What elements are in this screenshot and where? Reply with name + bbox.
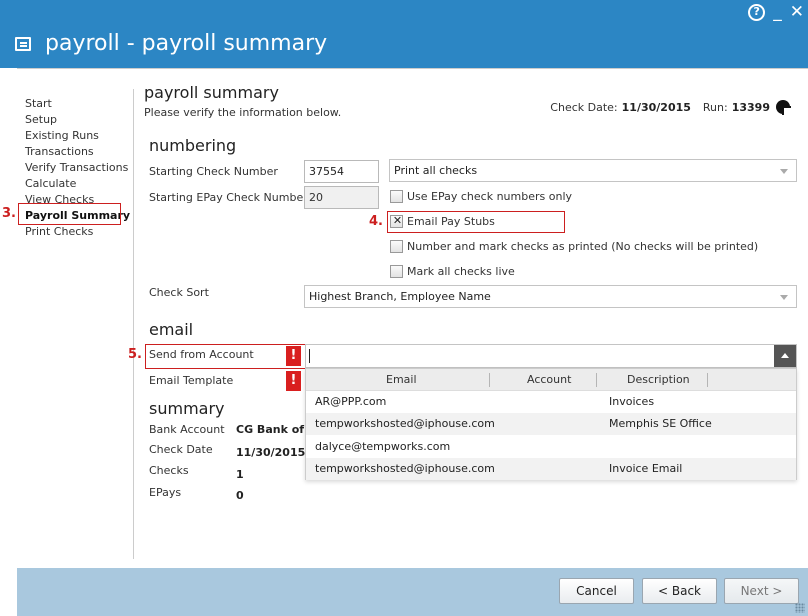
column-separator	[489, 373, 490, 387]
step-3-marker: 3.	[2, 206, 16, 221]
number-and-mark-checkbox[interactable]	[390, 240, 403, 253]
row-description: Invoice Email	[609, 462, 683, 475]
page-title: payroll summary	[144, 83, 279, 102]
use-epay-only-label: Use EPay check numbers only	[407, 190, 573, 203]
nav-item-calculate[interactable]: Calculate	[25, 176, 135, 192]
email-template-label: Email Template	[149, 374, 234, 387]
checks-value: 1	[236, 468, 244, 481]
step-4-marker: 4.	[369, 214, 383, 229]
column-separator	[707, 373, 708, 387]
window-controls: ? _ ✕	[748, 2, 804, 22]
epays-value: 0	[236, 489, 244, 502]
summary-heading: summary	[149, 399, 225, 418]
use-epay-only-checkbox[interactable]	[390, 190, 403, 203]
chevron-down-icon	[780, 295, 788, 300]
row-email: dalyce@tempworks.com	[315, 440, 451, 453]
email-pay-stubs-option[interactable]: Email Pay Stubs	[390, 214, 495, 228]
numbering-heading: numbering	[149, 136, 237, 155]
row-description: Invoices	[609, 395, 655, 408]
back-button[interactable]: < Back	[642, 578, 717, 604]
minimize-button[interactable]: _	[773, 2, 782, 22]
nav-item-print-checks[interactable]: Print Checks	[25, 224, 135, 240]
print-option-value: Print all checks	[394, 164, 478, 177]
number-and-mark-label: Number and mark checks as printed (No ch…	[407, 240, 759, 253]
cancel-button[interactable]: Cancel	[559, 578, 634, 604]
row-email: tempworkshosted@iphouse.com	[315, 462, 495, 475]
send-from-dropdown: Email Account Description AR@PPP.com Inv…	[305, 368, 797, 480]
nav-item-existing-runs[interactable]: Existing Runs	[25, 128, 135, 144]
send-from-account-input[interactable]	[305, 344, 797, 368]
nav-item-setup[interactable]: Setup	[25, 112, 135, 128]
title-bar: ? _ ✕ payroll - payroll summary	[0, 0, 808, 68]
window-icon	[15, 37, 31, 51]
column-separator	[596, 373, 597, 387]
dropdown-header: Email Account Description	[306, 369, 796, 391]
summary-check-date-value: 11/30/2015	[236, 446, 306, 459]
print-option-select[interactable]: Print all checks	[389, 159, 797, 182]
run-label: Run:	[702, 100, 728, 114]
checks-label: Checks	[149, 464, 189, 477]
wizard-footer: Cancel < Back Next >	[17, 568, 808, 616]
dropdown-row[interactable]: AR@PPP.com Invoices	[306, 391, 796, 413]
mark-live-checkbox[interactable]	[390, 265, 403, 278]
dropdown-row[interactable]: tempworkshosted@iphouse.com Invoice Emai…	[306, 458, 796, 480]
left-strip	[0, 68, 17, 616]
main-content: Start Setup Existing Runs Transactions V…	[17, 68, 808, 568]
starting-epay-input[interactable]: 20	[304, 186, 379, 209]
starting-check-label: Starting Check Number	[149, 165, 278, 178]
row-email: tempworkshosted@iphouse.com	[315, 417, 495, 430]
email-template-error-icon: !	[286, 371, 301, 391]
nav-divider	[133, 89, 134, 559]
column-header-account[interactable]: Account	[527, 373, 571, 386]
dropdown-row[interactable]: dalyce@tempworks.com	[306, 436, 796, 458]
mark-live-option[interactable]: Mark all checks live	[390, 265, 515, 278]
text-cursor	[309, 349, 310, 363]
chevron-down-icon	[780, 169, 788, 174]
window-title: payroll - payroll summary	[45, 31, 328, 56]
nav-item-transactions[interactable]: Transactions	[25, 144, 135, 160]
bank-account-label: Bank Account	[149, 423, 225, 436]
help-icon[interactable]: ?	[748, 3, 766, 21]
epays-label: EPays	[149, 486, 182, 499]
check-date-label: Check Date:	[550, 100, 618, 114]
starting-epay-label: Starting EPay Check Number	[149, 191, 308, 204]
email-heading: email	[149, 320, 194, 339]
dropdown-toggle-button[interactable]	[774, 345, 796, 367]
check-sort-value: Highest Branch, Employee Name	[309, 290, 491, 303]
dropdown-row[interactable]: tempworkshosted@iphouse.com Memphis SE O…	[306, 413, 796, 435]
use-epay-only-option[interactable]: Use EPay check numbers only	[390, 190, 572, 203]
row-email: AR@PPP.com	[315, 395, 387, 408]
next-button[interactable]: Next >	[724, 578, 799, 604]
summary-check-date-label: Check Date	[149, 443, 213, 456]
number-and-mark-option[interactable]: Number and mark checks as printed (No ch…	[390, 240, 758, 253]
mark-live-label: Mark all checks live	[407, 265, 515, 278]
page-subtitle: Please verify the information below.	[144, 106, 342, 119]
chevron-up-icon	[781, 353, 789, 358]
check-info: Check Date: 11/30/2015 Run: 13399	[550, 100, 791, 115]
column-header-email[interactable]: Email	[386, 373, 417, 386]
send-from-error-icon: !	[286, 346, 301, 366]
run-lookup-icon[interactable]	[776, 100, 791, 115]
send-from-label: Send from Account	[149, 348, 254, 361]
check-sort-label: Check Sort	[149, 286, 209, 299]
nav-item-start[interactable]: Start	[25, 96, 135, 112]
row-description: Memphis SE Office	[609, 417, 712, 430]
column-header-description[interactable]: Description	[627, 373, 690, 386]
check-sort-select[interactable]: Highest Branch, Employee Name	[304, 285, 797, 308]
email-pay-stubs-checkbox[interactable]	[390, 214, 404, 228]
starting-check-input[interactable]: 37554	[304, 160, 379, 183]
close-button[interactable]: ✕	[790, 2, 804, 22]
step-3-highlight	[18, 203, 121, 225]
email-pay-stubs-label: Email Pay Stubs	[407, 215, 495, 228]
nav-item-verify-transactions[interactable]: Verify Transactions	[25, 160, 135, 176]
resize-grip-icon[interactable]	[795, 603, 805, 613]
check-date-value: 11/30/2015	[621, 100, 691, 114]
step-5-marker: 5.	[128, 347, 142, 362]
run-value: 13399	[731, 100, 770, 114]
